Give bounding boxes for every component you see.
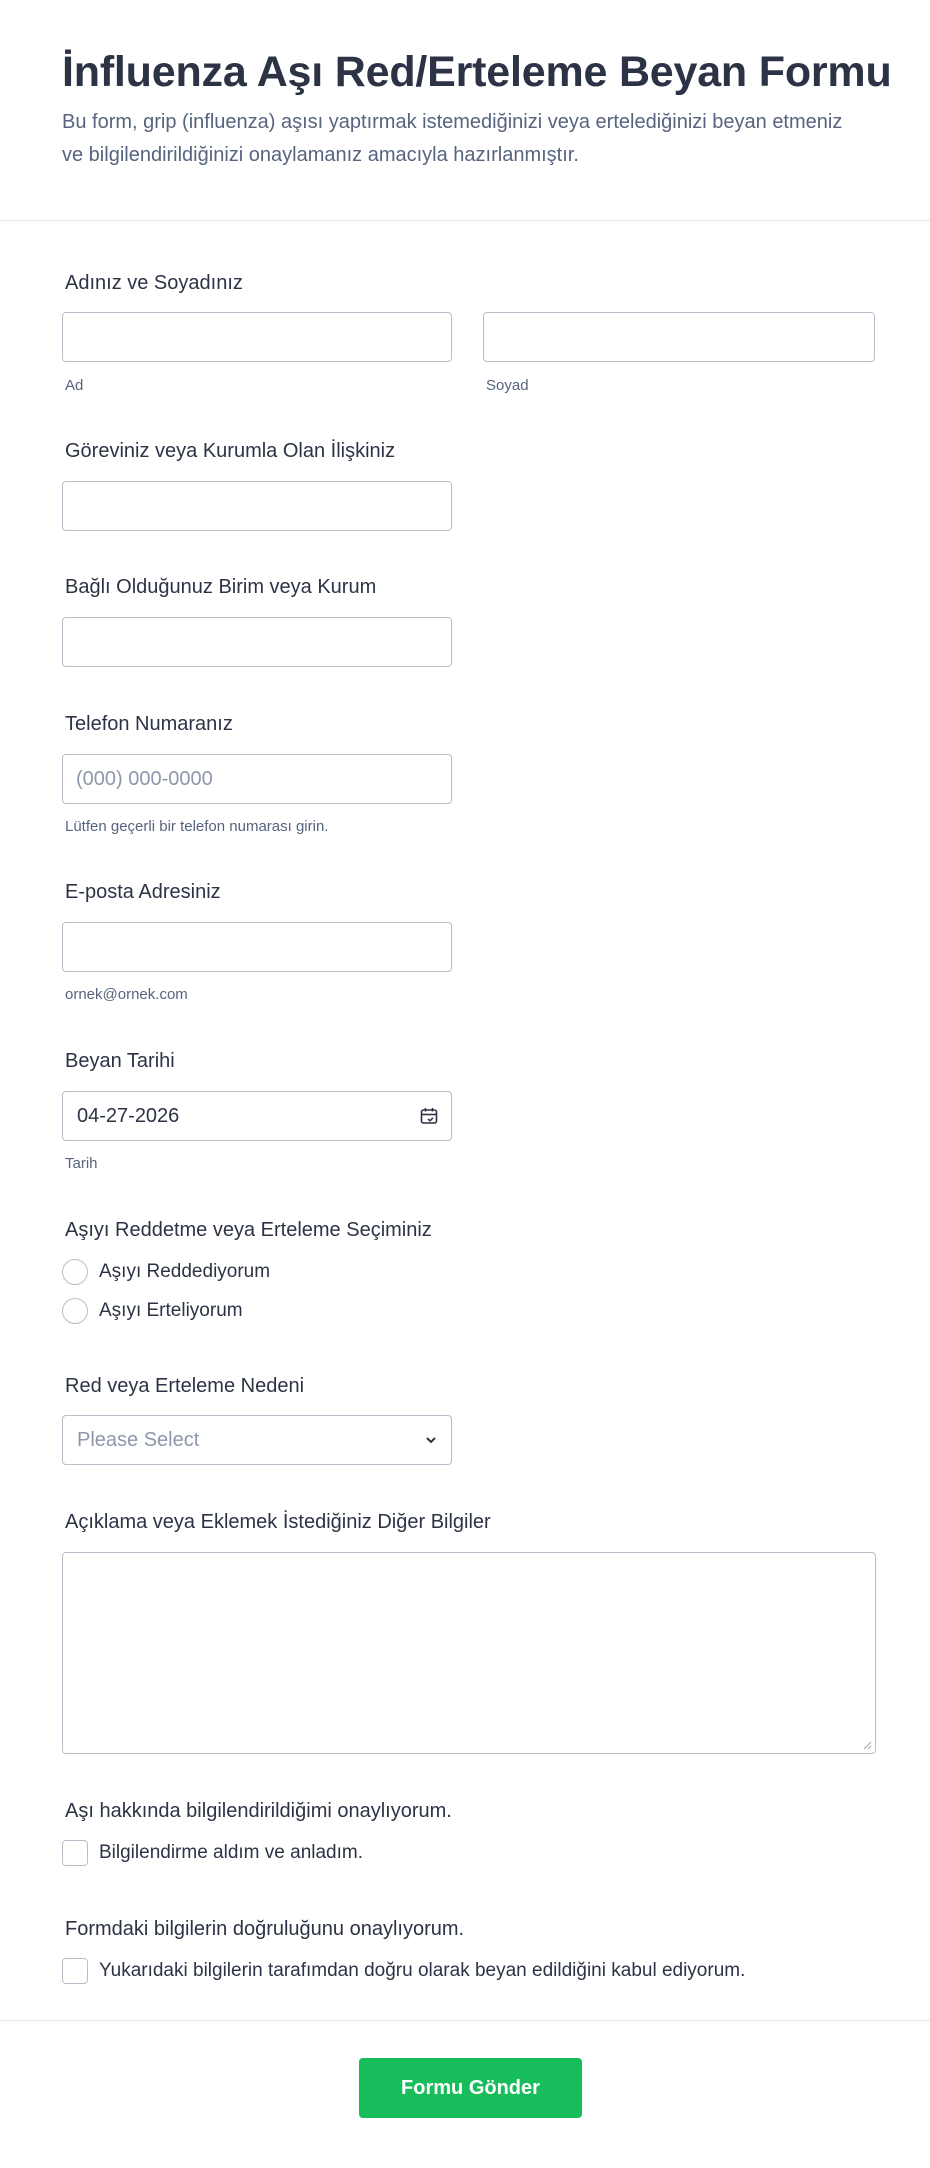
phone-sublabel: Lütfen geçerli bir telefon numarası giri… <box>65 818 329 835</box>
calendar-icon[interactable] <box>419 1106 439 1126</box>
checkbox-label: Yukarıdaki bilgilerin tarafımdan doğru o… <box>99 1960 746 1981</box>
reason-select[interactable]: Please Select <box>62 1415 452 1465</box>
page-title: İnfluenza Aşı Red/Erteleme Beyan Formu <box>62 48 892 96</box>
position-input[interactable] <box>62 481 452 531</box>
email-label: E-posta Adresiniz <box>65 881 221 903</box>
email-input[interactable] <box>62 922 452 972</box>
radio-label: Aşıyı Erteliyorum <box>99 1300 243 1321</box>
phone-label: Telefon Numaranız <box>65 713 233 735</box>
radio-label: Aşıyı Reddediyorum <box>99 1261 271 1282</box>
radio-button[interactable] <box>62 1298 88 1324</box>
radio-option-refuse[interactable]: Aşıyı Reddediyorum <box>62 1258 270 1286</box>
notes-label: Açıklama veya Eklemek İstediğiniz Diğer … <box>65 1511 491 1533</box>
last-name-input[interactable] <box>483 312 875 362</box>
submit-button[interactable]: Formu Gönder <box>359 2058 582 2118</box>
position-label: Göreviniz veya Kurumla Olan İlişkiniz <box>65 440 396 462</box>
first-name-sublabel: Ad <box>65 377 84 394</box>
footer-divider <box>0 2020 930 2021</box>
date-input[interactable]: 04-27-2026 <box>62 1091 452 1141</box>
unit-label: Bağlı Olduğunuz Birim veya Kurum <box>65 576 377 598</box>
consent-accuracy-option[interactable]: Yukarıdaki bilgilerin tarafımdan doğru o… <box>62 1957 745 1985</box>
choice-label: Aşıyı Reddetme veya Erteleme Seçiminiz <box>65 1219 432 1241</box>
page-subtitle: Bu form, grip (influenza) aşısı yaptırma… <box>62 111 843 166</box>
consent-info-option[interactable]: Bilgilendirme aldım ve anladım. <box>62 1839 363 1867</box>
reason-label: Red veya Erteleme Nedeni <box>65 1375 305 1397</box>
name-label: Adınız ve Soyadınız <box>65 272 243 294</box>
checkbox[interactable] <box>62 1958 88 1984</box>
notes-textarea[interactable] <box>62 1552 876 1754</box>
radio-button[interactable] <box>62 1259 88 1285</box>
consent-accuracy-label: Formdaki bilgilerin doğruluğunu onaylıyo… <box>65 1918 465 1940</box>
consent-info-label: Aşı hakkında bilgilendirildiğimi onaylıy… <box>65 1800 452 1822</box>
last-name-sublabel: Soyad <box>486 377 529 394</box>
unit-input[interactable] <box>62 617 452 667</box>
form-header: İnfluenza Aşı Red/Erteleme Beyan Formu B… <box>0 0 930 221</box>
checkbox-label: Bilgilendirme aldım ve anladım. <box>99 1842 364 1863</box>
phone-input[interactable] <box>62 754 452 804</box>
date-sublabel: Tarih <box>65 1155 98 1172</box>
radio-option-postpone[interactable]: Aşıyı Erteliyorum <box>62 1297 243 1325</box>
chevron-down-icon <box>426 1437 436 1444</box>
date-label: Beyan Tarihi <box>65 1050 175 1072</box>
first-name-input[interactable] <box>62 312 452 362</box>
email-sublabel: ornek@ornek.com <box>65 986 188 1003</box>
reason-selected-value: Please Select <box>77 1429 200 1451</box>
checkbox[interactable] <box>62 1840 88 1866</box>
date-value: 04-27-2026 <box>77 1105 180 1127</box>
resize-handle-icon[interactable] <box>862 1740 872 1750</box>
